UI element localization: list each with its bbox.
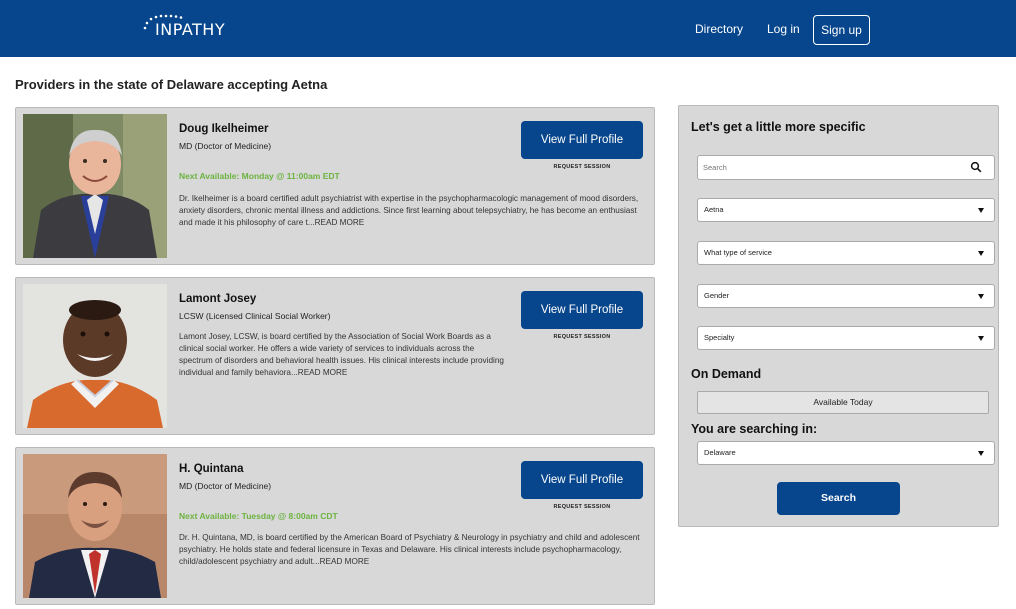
nav-directory-link[interactable]: Directory — [695, 22, 743, 36]
on-demand-title: On Demand — [691, 367, 762, 381]
chevron-down-icon — [978, 336, 984, 341]
request-session-link[interactable]: REQUEST SESSION — [521, 164, 643, 170]
provider-photo[interactable] — [23, 454, 167, 598]
provider-credential: LCSW (Licensed Clinical Social Worker) — [179, 311, 331, 321]
provider-card: Lamont Josey LCSW (Licensed Clinical Soc… — [15, 277, 655, 435]
specialty-select-value: Specialty — [704, 333, 735, 342]
read-more-link[interactable]: READ MORE — [315, 218, 365, 227]
specialty-select[interactable]: Specialty — [697, 326, 995, 350]
provider-card: Doug Ikelheimer MD (Doctor of Medicine) … — [15, 107, 655, 265]
top-navbar: INPATHY Directory Log in Sign up — [0, 0, 1016, 57]
provider-description: Dr. Ikelheimer is a board certified adul… — [179, 193, 641, 229]
request-session-link[interactable]: REQUEST SESSION — [521, 504, 643, 510]
provider-name[interactable]: Doug Ikelheimer — [179, 123, 268, 135]
provider-card: H. Quintana MD (Doctor of Medicine) Next… — [15, 447, 655, 605]
chevron-down-icon — [978, 451, 984, 456]
view-full-profile-button[interactable]: View Full Profile — [521, 291, 643, 329]
provider-availability: Next Available: Monday @ 11:00am EDT — [179, 171, 340, 181]
available-today-button[interactable]: Available Today — [697, 391, 989, 414]
provider-credential: MD (Doctor of Medicine) — [179, 481, 272, 491]
provider-credential: MD (Doctor of Medicine) — [179, 141, 272, 151]
filter-title: Let's get a little more specific — [691, 120, 866, 134]
provider-description: Lamont Josey, LCSW, is board certified b… — [179, 331, 509, 379]
read-more-link[interactable]: READ MORE — [320, 557, 370, 566]
provider-name[interactable]: Lamont Josey — [179, 293, 256, 305]
state-select-value: Delaware — [704, 448, 736, 457]
description-text: Dr. Ikelheimer is a board certified adul… — [179, 194, 639, 227]
insurance-select[interactable]: Aetna — [697, 198, 995, 222]
view-full-profile-button[interactable]: View Full Profile — [521, 461, 643, 499]
provider-name[interactable]: H. Quintana — [179, 463, 244, 475]
page-title: Providers in the state of Delaware accep… — [15, 77, 328, 92]
view-full-profile-button[interactable]: View Full Profile — [521, 121, 643, 159]
provider-photo[interactable] — [23, 114, 167, 258]
gender-select[interactable]: Gender — [697, 284, 995, 308]
description-text: Dr. H. Quintana, MD, is board certified … — [179, 533, 640, 566]
insurance-select-value: Aetna — [704, 205, 724, 214]
inpathy-logo[interactable]: INPATHY — [142, 14, 242, 42]
request-session-link[interactable]: REQUEST SESSION — [521, 334, 643, 340]
gender-select-value: Gender — [704, 291, 730, 300]
searching-in-title: You are searching in: — [691, 422, 818, 436]
search-box[interactable] — [697, 155, 995, 180]
signup-button[interactable]: Sign up — [813, 15, 870, 45]
provider-description: Dr. H. Quintana, MD, is board certified … — [179, 532, 641, 568]
chevron-down-icon — [978, 208, 984, 213]
service-type-select-value: What type of service — [704, 248, 772, 257]
search-input[interactable] — [698, 156, 948, 179]
provider-availability: Next Available: Tuesday @ 8:00am CDT — [179, 511, 338, 521]
provider-photo[interactable] — [23, 284, 167, 428]
chevron-down-icon — [978, 294, 984, 299]
service-type-select[interactable]: What type of service — [697, 241, 995, 265]
filter-panel: Let's get a little more specific Aetna W… — [678, 105, 999, 527]
search-icon[interactable] — [970, 161, 982, 173]
nav-login-link[interactable]: Log in — [767, 22, 800, 36]
chevron-down-icon — [978, 251, 984, 256]
logo-text: INPATHY — [155, 20, 226, 39]
state-select[interactable]: Delaware — [697, 441, 995, 465]
search-button[interactable]: Search — [777, 482, 900, 515]
read-more-link[interactable]: READ MORE — [298, 368, 348, 377]
